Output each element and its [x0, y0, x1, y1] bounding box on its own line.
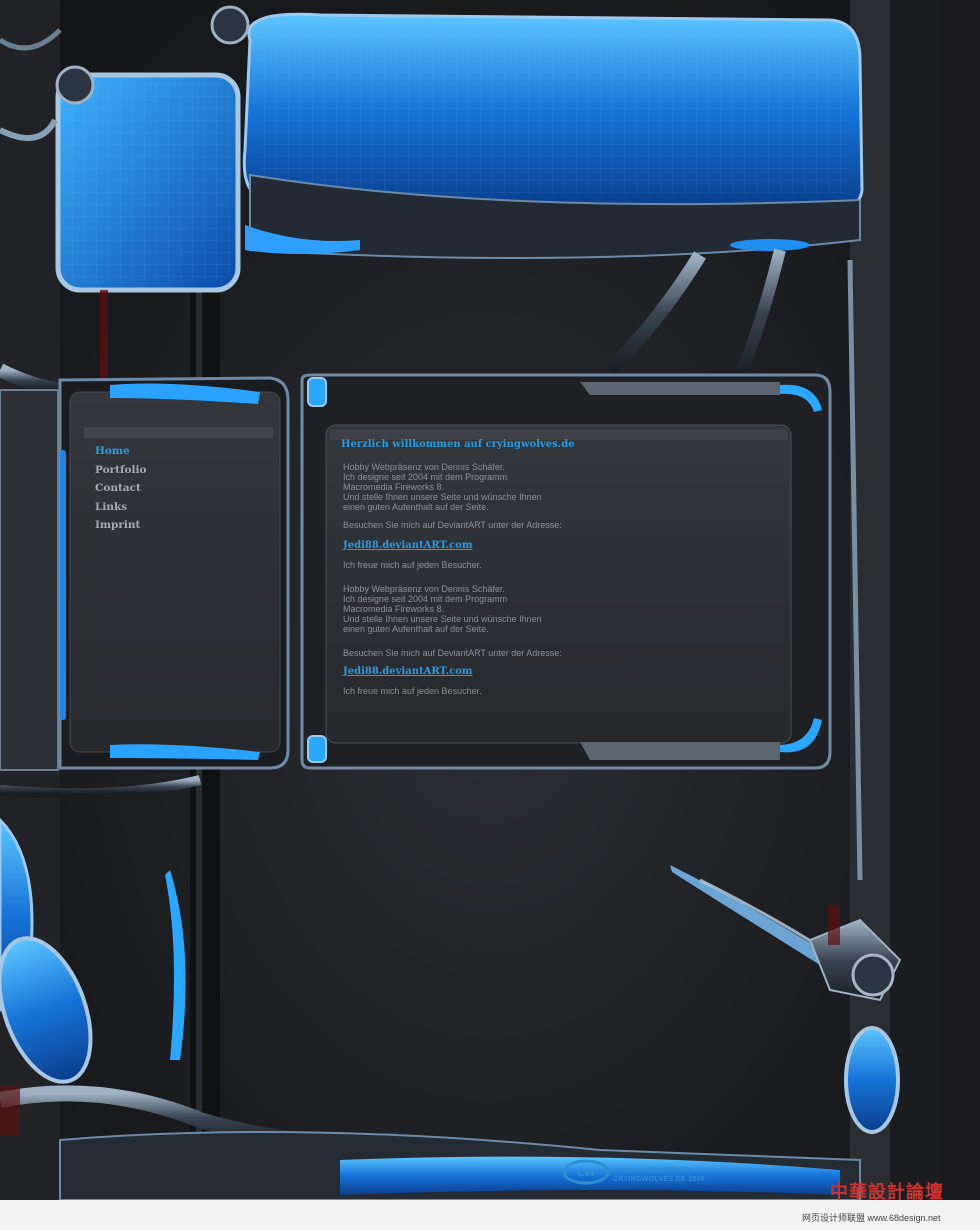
nav-menu: Home Portfolio Contact Links Imprint — [95, 442, 147, 535]
visit-text-repeat: Besuchen Sie mich auf DeviantART unter d… — [343, 648, 562, 658]
greeting-text-repeat: Ich freue mich auf jeden Besucher. — [343, 686, 482, 696]
intro-line: Hobby Webpräsenz von Dennis Schäfer. — [343, 462, 505, 472]
intro-line: Ich designe seit 2004 mit dem Programm — [343, 594, 508, 604]
intro-line: Macromedia Fireworks 8. — [343, 482, 445, 492]
nav-item-portfolio[interactable]: Portfolio — [95, 461, 147, 480]
intro-line: Ich designe seit 2004 mit dem Programm — [343, 472, 508, 482]
url-watermark: 网页设计师联盟 www.68design.net — [802, 1213, 941, 1223]
intro-paragraph-repeat: Hobby Webpräsenz von Dennis Schäfer. Ich… — [343, 584, 781, 634]
intro-line: Und stelle Ihnen unsere Seite und wünsch… — [343, 492, 542, 502]
intro-line: Macromedia Fireworks 8. — [343, 604, 445, 614]
design-credit: DESIGN CREATED BY CRYINGWOLVES.DE 2006 — [613, 1166, 705, 1184]
intro-line: einen guten Aufenthalt auf der Seite. — [343, 624, 489, 634]
nav-item-contact[interactable]: Contact — [95, 479, 147, 498]
content-area: Herzlich willkommen auf cryingwolves.de … — [341, 438, 781, 696]
intro-paragraph: Hobby Webpräsenz von Dennis Schäfer. Ich… — [343, 462, 781, 512]
deviantart-link-repeat[interactable]: Jedi88.deviantART.com — [343, 666, 472, 677]
nav-item-imprint[interactable]: Imprint — [95, 516, 147, 535]
nav-item-links[interactable]: Links — [95, 498, 147, 517]
credit-line: CRYINGWOLVES.DE 2006 — [613, 1176, 705, 1183]
deviantart-link[interactable]: Jedi88.deviantART.com — [343, 540, 472, 551]
intro-line: Hobby Webpräsenz von Dennis Schäfer. — [343, 584, 505, 594]
nav-item-home[interactable]: Home — [95, 442, 147, 461]
page-title: Herzlich willkommen auf cryingwolves.de — [341, 439, 575, 450]
visit-text: Besuchen Sie mich auf DeviantART unter d… — [343, 520, 562, 530]
intro-line: Und stelle Ihnen unsere Seite und wünsch… — [343, 614, 542, 624]
greeting-text: Ich freue mich auf jeden Besucher. — [343, 560, 482, 570]
intro-line: einen guten Aufenthalt auf der Seite. — [343, 502, 489, 512]
nav-panel: Home Portfolio Contact Links Imprint — [68, 400, 280, 730]
forum-watermark: 中華設計論壇 — [830, 1182, 944, 1203]
credit-line: DESIGN CREATED BY — [613, 1167, 692, 1174]
